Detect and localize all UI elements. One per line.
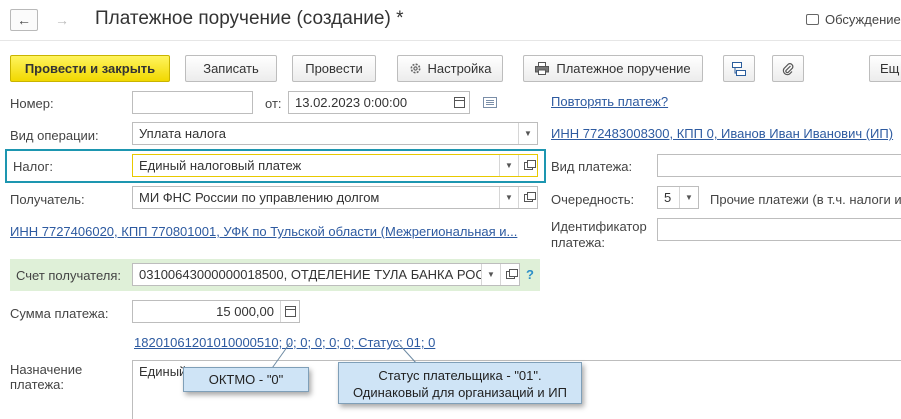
amount-value: 15 000,00 (216, 304, 274, 319)
payer-status-callout: Статус плательщика - "01". Одинаковый дл… (338, 362, 582, 404)
identifier-input[interactable] (657, 218, 901, 241)
open-icon[interactable] (518, 155, 537, 176)
date-input[interactable]: 13.02.2023 0:00:00 (288, 91, 470, 114)
recipient-account-label: Счет получателя: (16, 268, 122, 283)
chevron-down-icon[interactable]: ▼ (679, 187, 698, 208)
hierarchy-icon (732, 61, 746, 76)
attach-button[interactable] (772, 55, 804, 82)
priority-value: 5 (664, 190, 672, 205)
recipient-account-value: 03100643000000018500, ОТДЕЛЕНИЕ ТУЛА БАН… (139, 267, 481, 282)
payer-status-callout-line1: Статус плательщика - "01". (378, 368, 542, 383)
payer-status-callout-line2: Одинаковый для организаций и ИП (352, 385, 567, 400)
open-icon[interactable] (518, 187, 537, 208)
amount-label: Сумма платежа: (10, 306, 109, 321)
identifier-label-line1: Идентификатор (551, 219, 647, 234)
post-button[interactable]: Провести (292, 55, 376, 82)
header-divider (0, 40, 901, 41)
priority-description: Прочие платежи (в т.ч. налоги и (710, 192, 901, 207)
payment-kind-label: Вид платежа: (551, 159, 633, 174)
operation-type-label: Вид операции: (10, 128, 99, 143)
help-icon[interactable]: ? (526, 267, 534, 282)
recipient-account-select[interactable]: 03100643000000018500, ОТДЕЛЕНИЕ ТУЛА БАН… (132, 263, 520, 286)
calendar-button[interactable] (450, 92, 469, 113)
more-button[interactable]: Ещ (869, 55, 901, 82)
recipient-value: МИ ФНС России по управлению долгом (139, 190, 380, 205)
notes-icon[interactable] (483, 97, 497, 108)
paperclip-icon (782, 62, 794, 75)
structure-button[interactable] (723, 55, 755, 82)
discussions-button[interactable]: Обсуждение (806, 12, 901, 27)
chevron-down-icon[interactable]: ▼ (499, 155, 518, 176)
chevron-down-icon[interactable]: ▼ (518, 123, 537, 144)
open-icon[interactable] (500, 264, 519, 285)
printer-icon (535, 62, 550, 75)
tax-select[interactable]: Единый налоговый платеж ▼ (132, 154, 538, 177)
oktmo-callout-text: ОКТМО - "0" (208, 372, 284, 387)
repeat-payment-link[interactable]: Повторять платеж? (551, 94, 668, 109)
calculator-icon (284, 306, 296, 317)
post-and-close-label: Провести и закрыть (24, 61, 156, 76)
settings-button[interactable]: Настройка (397, 55, 503, 82)
arrow-left-icon: ← (17, 12, 31, 28)
save-label: Записать (203, 61, 259, 76)
discussions-label: Обсуждение (825, 12, 901, 27)
chat-icon (806, 14, 819, 25)
print-payment-order-label: Платежное поручение (556, 61, 691, 76)
recipient-select[interactable]: МИ ФНС России по управлению долгом ▼ (132, 186, 538, 209)
oktmo-callout: ОКТМО - "0" (183, 367, 309, 392)
payer-details-link[interactable]: ИНН 772483008300, КПП 0, Иванов Иван Ива… (551, 126, 893, 141)
date-from-label: от: (265, 96, 282, 111)
page-title: Платежное поручение (создание) * (95, 8, 404, 29)
number-input[interactable] (132, 91, 253, 114)
identifier-label-line2: платежа: (551, 235, 605, 250)
priority-select[interactable]: 5 ▼ (657, 186, 699, 209)
post-and-close-button[interactable]: Провести и закрыть (10, 55, 170, 82)
amount-input[interactable]: 15 000,00 (132, 300, 300, 323)
tax-value: Единый налоговый платеж (139, 158, 302, 173)
chevron-down-icon[interactable]: ▼ (481, 264, 500, 285)
tax-label: Налог: (13, 159, 53, 174)
purpose-label-line1: Назначение (10, 362, 83, 377)
purpose-label-line2: платежа: (10, 377, 64, 392)
post-label: Провести (305, 61, 363, 76)
number-label: Номер: (10, 96, 54, 111)
save-button[interactable]: Записать (185, 55, 277, 82)
back-button[interactable]: ← (10, 9, 38, 31)
operation-type-select[interactable]: Уплата налога ▼ (132, 122, 538, 145)
chevron-down-icon[interactable]: ▼ (499, 187, 518, 208)
calculator-button[interactable] (280, 301, 299, 322)
priority-label: Очередность: (551, 192, 635, 207)
date-value: 13.02.2023 0:00:00 (295, 95, 408, 110)
operation-type-value: Уплата налога (139, 126, 226, 141)
more-label: Ещ (880, 61, 900, 76)
recipient-details-link[interactable]: ИНН 7727406020, КПП 770801001, УФК по Ту… (10, 224, 517, 239)
payment-kind-input[interactable] (657, 154, 901, 177)
budget-details-link[interactable]: 18201061201010000510; 0; 0; 0; 0; 0; Ста… (134, 335, 435, 350)
recipient-label: Получатель: (10, 192, 85, 207)
arrow-right-icon: → (55, 12, 69, 28)
print-payment-order-button[interactable]: Платежное поручение (523, 55, 703, 82)
calendar-icon (454, 97, 465, 108)
settings-label: Настройка (427, 61, 492, 76)
gear-icon (410, 63, 420, 74)
forward-button[interactable]: → (48, 9, 76, 31)
